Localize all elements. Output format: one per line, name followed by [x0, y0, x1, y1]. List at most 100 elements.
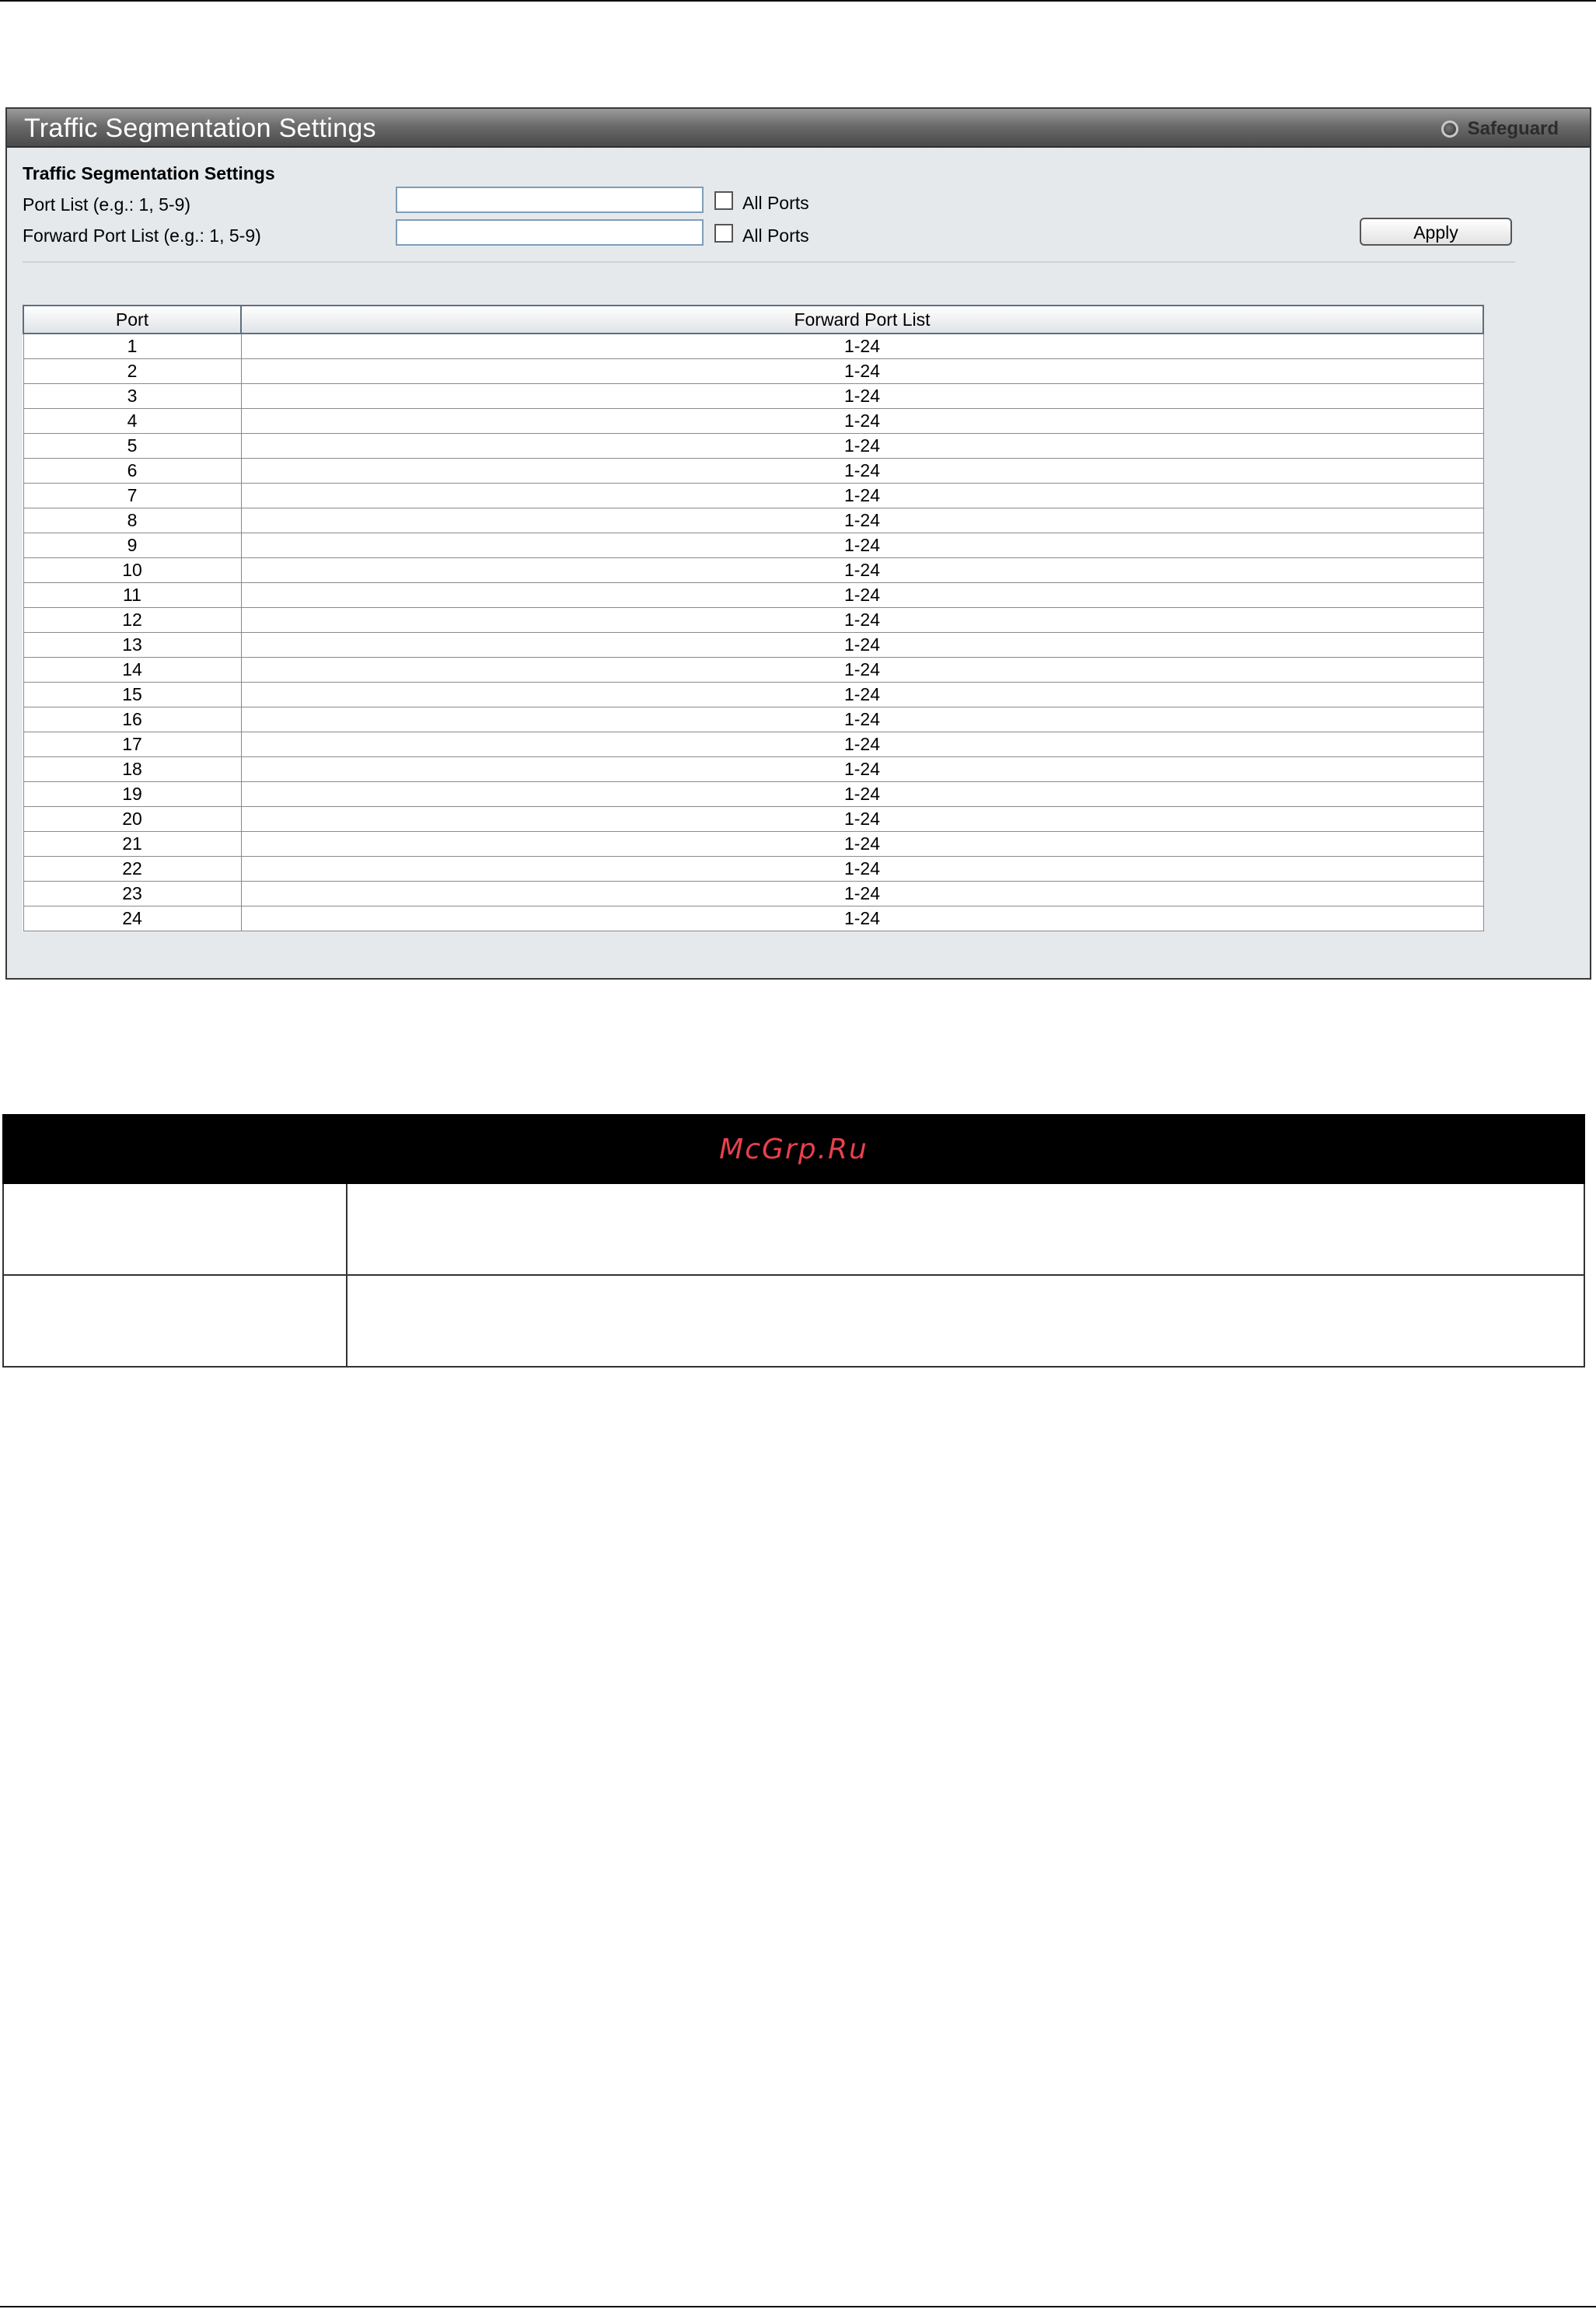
- port-cell: 12: [23, 607, 242, 633]
- forward-port-list-cell: 1-24: [240, 408, 1484, 434]
- port-list-label: Port List (e.g.: 1, 5-9): [23, 194, 191, 215]
- port-cell: 4: [23, 408, 242, 434]
- forward-port-list-cell: 1-24: [240, 557, 1484, 583]
- table-row: 4 1-24: [23, 408, 1484, 434]
- port-cell: 11: [23, 582, 242, 608]
- forward-port-list-cell: 1-24: [240, 856, 1484, 882]
- port-cell: 22: [23, 856, 242, 882]
- table-row: 11 1-24: [23, 582, 1484, 608]
- top-page-rule: [0, 0, 1596, 2]
- table-row: 8 1-24: [23, 508, 1484, 533]
- description-parameter-cell: [2, 1182, 347, 1276]
- description-table: McGrp.Ru: [2, 1114, 1585, 1368]
- table-row: 6 1-24: [23, 458, 1484, 484]
- forward-port-list-cell: 1-24: [240, 433, 1484, 459]
- table-row: 5 1-24: [23, 433, 1484, 459]
- port-cell: 18: [23, 756, 242, 782]
- description-text-cell: [346, 1182, 1585, 1276]
- port-cell: 19: [23, 781, 242, 807]
- bottom-page-rule: [0, 2306, 1596, 2307]
- forward-port-list-cell: 1-24: [240, 831, 1484, 857]
- port-cell: 14: [23, 657, 242, 683]
- table-row: 21 1-24: [23, 831, 1484, 857]
- forward-port-list-cell: 1-24: [240, 906, 1484, 931]
- port-list-input[interactable]: [396, 187, 704, 213]
- table-row: 16 1-24: [23, 707, 1484, 732]
- description-parameter-cell: [2, 1274, 347, 1368]
- forward-port-list-cell: 1-24: [240, 458, 1484, 484]
- description-header-row: McGrp.Ru: [2, 1114, 1585, 1184]
- panel-header: Traffic Segmentation Settings Safeguard: [7, 109, 1590, 148]
- forward-port-list-cell: 1-24: [240, 582, 1484, 608]
- panel-title: Traffic Segmentation Settings: [24, 114, 376, 143]
- port-cell: 24: [23, 906, 242, 931]
- table-row: 10 1-24: [23, 557, 1484, 583]
- description-row: [2, 1274, 1585, 1368]
- forward-port-list-cell: 1-24: [240, 533, 1484, 558]
- forward-port-list-cell: 1-24: [240, 333, 1484, 359]
- traffic-segmentation-panel: Traffic Segmentation Settings Safeguard …: [5, 107, 1591, 980]
- section-title: Traffic Segmentation Settings: [23, 163, 275, 183]
- port-cell: 3: [23, 383, 242, 409]
- table-row: 22 1-24: [23, 856, 1484, 882]
- table-row: 19 1-24: [23, 781, 1484, 807]
- port-cell: 16: [23, 707, 242, 732]
- table-row: 20 1-24: [23, 806, 1484, 832]
- forward-port-list-cell: 1-24: [240, 383, 1484, 409]
- table-row: 17 1-24: [23, 732, 1484, 757]
- table-row: 24 1-24: [23, 906, 1484, 931]
- forward-port-list-cell: 1-24: [240, 508, 1484, 533]
- forward-port-list-cell: 1-24: [240, 781, 1484, 807]
- table-row: 3 1-24: [23, 383, 1484, 409]
- port-cell: 23: [23, 881, 242, 906]
- watermark-text: McGrp.Ru: [2, 1114, 1585, 1184]
- port-list-all-ports-checkbox[interactable]: [714, 191, 733, 210]
- port-list-all-ports-label: All Ports: [742, 193, 809, 213]
- forward-port-list-cell: 1-24: [240, 607, 1484, 633]
- forward-port-list-input[interactable]: [396, 219, 704, 246]
- column-header-forward-port-list[interactable]: Forward Port List: [240, 305, 1484, 334]
- apply-button[interactable]: Apply: [1360, 218, 1512, 246]
- forward-port-list-cell: 1-24: [240, 657, 1484, 683]
- description-row: [2, 1182, 1585, 1276]
- safeguard-label: Safeguard: [1467, 118, 1559, 139]
- forward-port-list-cell: 1-24: [240, 707, 1484, 732]
- description-text-cell: [346, 1274, 1585, 1368]
- form-separator: [23, 261, 1515, 263]
- forward-port-list-cell: 1-24: [240, 806, 1484, 832]
- table-row: 2 1-24: [23, 358, 1484, 384]
- table-row: 9 1-24: [23, 533, 1484, 558]
- port-cell: 9: [23, 533, 242, 558]
- forward-port-list-cell: 1-24: [240, 732, 1484, 757]
- safeguard-indicator[interactable]: Safeguard: [1441, 118, 1559, 140]
- table-header-row: Port Forward Port List: [23, 305, 1484, 334]
- port-cell: 2: [23, 358, 242, 384]
- port-cell: 1: [23, 333, 242, 359]
- port-cell: 8: [23, 508, 242, 533]
- port-cell: 10: [23, 557, 242, 583]
- traffic-segmentation-table: Port Forward Port List 1 1-24 2 1-24 3 1-24 4 1…: [23, 305, 1484, 931]
- forward-all-ports-checkbox[interactable]: [714, 224, 733, 243]
- port-cell: 15: [23, 682, 242, 707]
- forward-port-list-cell: 1-24: [240, 682, 1484, 707]
- table-row: 18 1-24: [23, 756, 1484, 782]
- forward-port-list-cell: 1-24: [240, 756, 1484, 782]
- table-row: 23 1-24: [23, 881, 1484, 906]
- table-row: 13 1-24: [23, 632, 1484, 658]
- table-row: 15 1-24: [23, 682, 1484, 707]
- forward-port-list-cell: 1-24: [240, 358, 1484, 384]
- table-row: 7 1-24: [23, 483, 1484, 508]
- forward-port-list-cell: 1-24: [240, 881, 1484, 906]
- port-cell: 13: [23, 632, 242, 658]
- column-header-port[interactable]: Port: [23, 305, 242, 334]
- table-row: 1 1-24: [23, 333, 1484, 359]
- forward-port-list-cell: 1-24: [240, 632, 1484, 658]
- port-cell: 7: [23, 483, 242, 508]
- port-cell: 21: [23, 831, 242, 857]
- table-row: 12 1-24: [23, 607, 1484, 633]
- forward-port-list-cell: 1-24: [240, 483, 1484, 508]
- port-cell: 5: [23, 433, 242, 459]
- port-cell: 20: [23, 806, 242, 832]
- port-cell: 6: [23, 458, 242, 484]
- port-cell: 17: [23, 732, 242, 757]
